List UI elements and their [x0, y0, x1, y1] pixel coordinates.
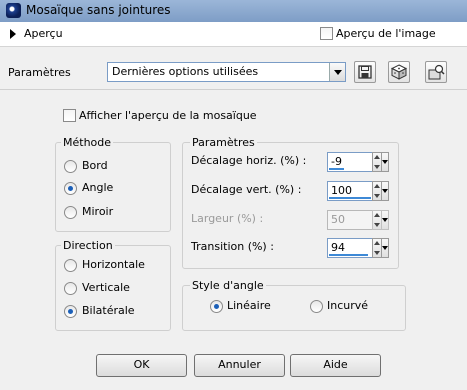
random-preset-button[interactable]: [388, 61, 410, 83]
window-title: Mosaïque sans jointures: [26, 3, 171, 17]
transition-level: [329, 254, 368, 256]
method-radio-miroir[interactable]: [64, 206, 77, 219]
title-bar: Mosaïque sans jointures: [0, 0, 467, 22]
dice-icon: [390, 64, 408, 80]
help-button[interactable]: Aide: [290, 354, 381, 377]
transition-menu[interactable]: [381, 238, 389, 258]
direction-radio-horizontale[interactable]: [64, 259, 77, 272]
angle-style-label-incurve[interactable]: Incurvé: [327, 299, 368, 312]
show-mosaic-preview-checkbox[interactable]: [63, 109, 76, 122]
direction-label-bilaterale[interactable]: Bilatérale: [82, 304, 135, 317]
method-label-angle[interactable]: Angle: [82, 181, 113, 194]
direction-label-horizontale[interactable]: Horizontale: [82, 258, 145, 271]
show-mosaic-preview-label[interactable]: Afficher l'aperçu de la mosaïque: [79, 109, 257, 122]
presets-selected: Dernières options utilisées: [112, 65, 259, 78]
preset-manager-icon: [428, 64, 445, 80]
vertical-offset-menu[interactable]: [381, 181, 389, 201]
ok-button[interactable]: OK: [96, 354, 187, 377]
transition-input[interactable]: 94: [327, 238, 373, 258]
vertical-offset-label: Décalage vert. (%) :: [191, 183, 302, 196]
manage-presets-button[interactable]: [425, 61, 447, 83]
horizontal-offset-input[interactable]: -9: [327, 152, 373, 172]
presets-label: Paramètres: [8, 66, 71, 79]
vertical-offset-spinner[interactable]: 100: [327, 181, 389, 201]
preview-label[interactable]: Aperçu: [24, 27, 63, 40]
method-label-miroir[interactable]: Miroir: [82, 205, 113, 218]
width-label: Largeur (%) :: [191, 212, 264, 225]
chevron-down-icon[interactable]: [329, 63, 345, 81]
vertical-offset-value: 100: [331, 184, 352, 197]
method-title: Méthode: [61, 136, 114, 149]
show-image-checkbox[interactable]: [320, 27, 333, 40]
direction-radio-verticale[interactable]: [64, 282, 77, 295]
angle-style-radio-lineaire[interactable]: [210, 300, 223, 313]
method-label-bord[interactable]: Bord: [82, 159, 108, 172]
width-spinner: 50: [327, 210, 389, 230]
vertical-offset-input[interactable]: 100: [327, 181, 373, 201]
transition-label: Transition (%) :: [191, 240, 274, 253]
vertical-offset-level: [329, 197, 371, 199]
method-radio-bord[interactable]: [64, 160, 77, 173]
parameters-title: Paramètres: [190, 136, 257, 149]
save-icon: [358, 65, 372, 79]
horizontal-offset-spinner[interactable]: -9: [327, 152, 389, 172]
direction-label-verticale[interactable]: Verticale: [82, 281, 130, 294]
direction-radio-bilaterale[interactable]: [64, 305, 77, 318]
angle-style-radio-incurve[interactable]: [310, 300, 323, 313]
cancel-button[interactable]: Annuler: [194, 354, 285, 377]
presets-dropdown[interactable]: Dernières options utilisées: [107, 62, 346, 82]
method-radio-angle[interactable]: [64, 182, 77, 195]
angle-style-label-lineaire[interactable]: Linéaire: [227, 299, 271, 312]
width-value: 50: [331, 213, 345, 226]
width-menu: [381, 210, 389, 230]
direction-title: Direction: [61, 239, 115, 252]
save-preset-button[interactable]: [354, 61, 376, 83]
horizontal-offset-level: [329, 168, 344, 170]
horizontal-offset-value: -9: [331, 155, 342, 168]
horizontal-offset-label: Décalage horiz. (%) :: [191, 154, 307, 167]
transition-spinner[interactable]: 94: [327, 238, 389, 258]
width-input: 50: [327, 210, 373, 230]
show-image-label[interactable]: Aperçu de l'image: [336, 27, 436, 40]
app-icon: [6, 3, 21, 18]
expand-preview-icon[interactable]: [10, 29, 16, 39]
horizontal-offset-menu[interactable]: [381, 152, 389, 172]
angle-style-title: Style d'angle: [190, 279, 266, 292]
transition-value: 94: [331, 241, 345, 254]
